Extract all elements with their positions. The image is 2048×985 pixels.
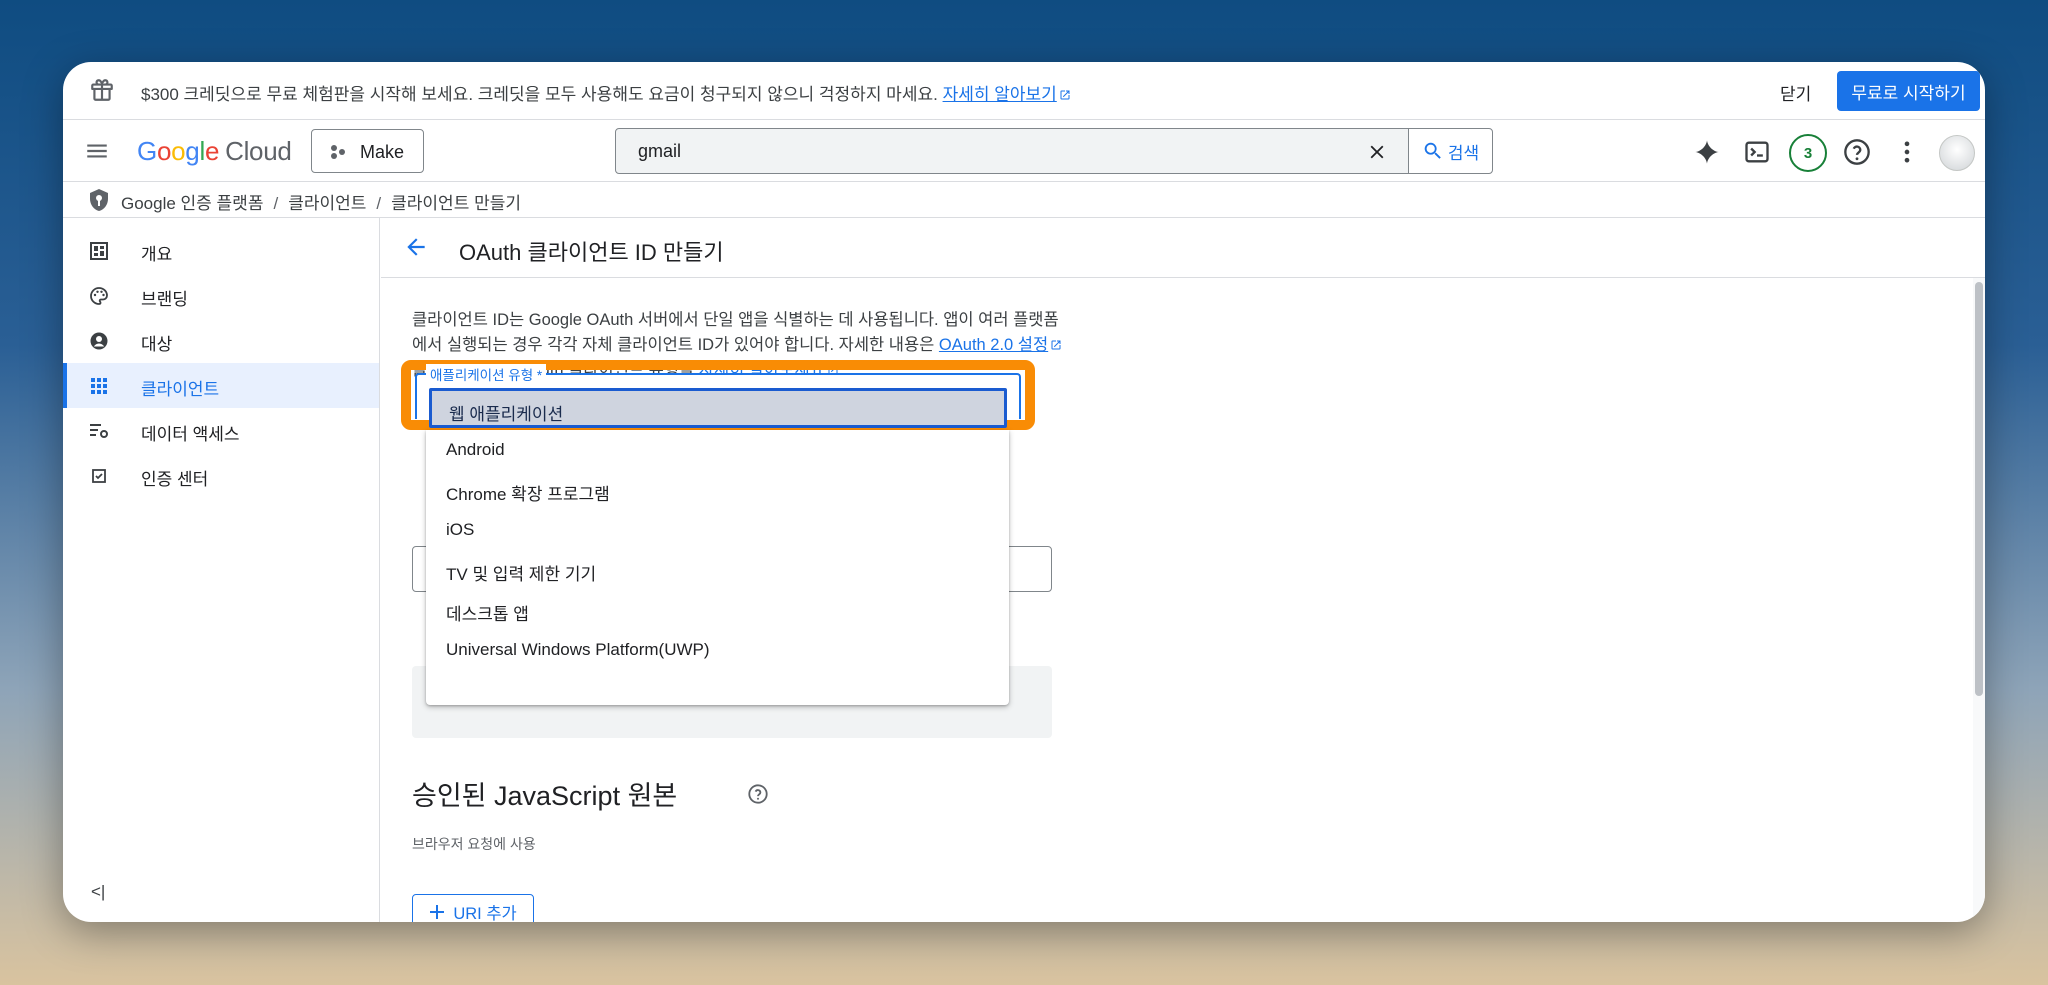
- breadcrumb-item-platform[interactable]: Google 인증 플랫폼: [121, 194, 263, 213]
- promo-message: $300 크레딧으로 무료 체험판을 시작해 보세요. 크레딧을 모두 사용해도…: [141, 85, 938, 104]
- logo-letter: g: [185, 136, 200, 166]
- collapse-sidebar-button[interactable]: <|: [91, 882, 105, 902]
- shield-key-icon: [90, 189, 108, 211]
- sidebar-item-verification-center[interactable]: 인증 센터: [63, 453, 379, 498]
- help-circle-icon[interactable]: [747, 783, 769, 805]
- dropdown-option-android[interactable]: Android: [426, 430, 1009, 470]
- menu-icon[interactable]: [84, 138, 110, 164]
- logo-letter: o: [156, 136, 172, 166]
- section-subtitle: 브라우저 요청에 사용: [412, 836, 536, 852]
- project-name: Make: [360, 142, 405, 162]
- dropdown-option-uwp[interactable]: Universal Windows Platform(UWP): [426, 630, 1009, 670]
- sidebar-item-label: 데이터 액세스: [141, 425, 240, 444]
- oauth-settings-link[interactable]: OAuth 2.0 설정: [939, 336, 1048, 354]
- section-title: 승인된 JavaScript 원본: [412, 781, 678, 811]
- selected-option-label: 웹 애플리케이션: [449, 405, 564, 424]
- breadcrumb-trail: Google 인증 플랫폼 / 클라이언트 / 클라이언트 만들기: [121, 189, 521, 214]
- sidebar-item-branding[interactable]: 브랜딩: [63, 273, 379, 318]
- plus-icon: [430, 904, 445, 919]
- external-link-icon: [1060, 90, 1070, 100]
- account-avatar[interactable]: [1939, 135, 1975, 171]
- option-label: Chrome 확장 프로그램: [446, 485, 610, 504]
- title-bar: OAuth 클라이언트 ID 만들기: [381, 218, 1985, 278]
- gift-icon: [91, 79, 113, 101]
- start-free-button[interactable]: 무료로 시작하기: [1837, 71, 1980, 111]
- breadcrumb-separator: /: [273, 194, 279, 213]
- top-header: GoogleCloud Make 검색 3: [63, 120, 1985, 182]
- logo-cloud-text: Cloud: [225, 136, 292, 166]
- option-label: Android: [446, 440, 505, 459]
- application-type-dropdown: Android Chrome 확장 프로그램 iOS TV 및 입력 제한 기기…: [426, 430, 1009, 705]
- logo-letter: G: [137, 136, 157, 166]
- account-circle-icon: [90, 332, 108, 350]
- more-vert-icon[interactable]: [1893, 138, 1921, 166]
- search-button[interactable]: 검색: [1408, 128, 1493, 174]
- logo-letter: e: [204, 136, 220, 166]
- gemini-sparkle-icon[interactable]: [1693, 138, 1721, 166]
- breadcrumb-item-clients[interactable]: 클라이언트: [288, 194, 366, 213]
- promo-banner: $300 크레딧으로 무료 체험판을 시작해 보세요. 크레딧을 모두 사용해도…: [63, 62, 1985, 120]
- help-icon[interactable]: [1843, 138, 1871, 166]
- notifications-badge[interactable]: 3: [1789, 134, 1827, 172]
- dismiss-button[interactable]: 닫기: [1780, 80, 1811, 105]
- promo-text: $300 크레딧으로 무료 체험판을 시작해 보세요. 크레딧을 모두 사용해도…: [141, 80, 1071, 105]
- external-link-icon: [1051, 340, 1061, 350]
- sidebar-item-label: 인증 센터: [141, 470, 209, 489]
- search-button-label: 검색: [1447, 143, 1480, 163]
- option-label: 데스크톱 앱: [446, 605, 529, 624]
- breadcrumb-item-create: 클라이언트 만들기: [391, 194, 521, 213]
- checkbox-icon: [92, 469, 106, 483]
- learn-more-link[interactable]: 자세히 알아보기: [943, 85, 1057, 104]
- dropdown-option-chrome-extension[interactable]: Chrome 확장 프로그램: [426, 470, 1009, 510]
- dropdown-option-web-application[interactable]: 웹 애플리케이션: [429, 388, 1007, 428]
- page-title: OAuth 클라이언트 ID 만들기: [459, 240, 724, 265]
- option-label: iOS: [446, 520, 475, 539]
- dashboard-icon: [90, 242, 108, 260]
- breadcrumb: Google 인증 플랫폼 / 클라이언트 / 클라이언트 만들기: [63, 182, 1985, 218]
- add-uri-button[interactable]: URI 추가: [412, 894, 534, 922]
- search-input[interactable]: [616, 129, 1406, 173]
- sidebar-item-label: 클라이언트: [141, 380, 220, 399]
- google-cloud-logo[interactable]: Google Cloud: [137, 136, 292, 167]
- sidebar-item-overview[interactable]: 개요: [63, 228, 379, 273]
- option-label: TV 및 입력 제한 기기: [446, 565, 597, 584]
- sidebar: 개요 브랜딩 대상 클라이언트 데이터 액세스 인증 센터 <|: [63, 218, 380, 922]
- dropdown-option-desktop-app[interactable]: 데스크톱 앱: [426, 590, 1009, 630]
- palette-icon: [90, 287, 108, 305]
- sidebar-item-audience[interactable]: 대상: [63, 318, 379, 363]
- apps-grid-icon: [91, 378, 107, 394]
- application-type-label: 애플리케이션 유형 *: [426, 364, 547, 384]
- browser-window: $300 크레딧으로 무료 체험판을 시작해 보세요. 크레딧을 모두 사용해도…: [63, 62, 1985, 922]
- option-label: Universal Windows Platform(UWP): [446, 640, 710, 659]
- sidebar-item-label: 브랜딩: [141, 290, 188, 309]
- project-picker-button[interactable]: Make: [311, 129, 424, 173]
- logo-letter: o: [171, 136, 186, 166]
- clear-icon[interactable]: [1366, 141, 1388, 163]
- project-dots-icon: [331, 145, 345, 159]
- sidebar-item-label: 대상: [141, 335, 173, 354]
- dropdown-option-ios[interactable]: iOS: [426, 510, 1009, 550]
- sidebar-item-data-access[interactable]: 데이터 액세스: [63, 408, 379, 453]
- scrollbar-thumb[interactable]: [1975, 282, 1983, 696]
- add-uri-label: URI 추가: [453, 904, 517, 923]
- search-icon: [1424, 142, 1441, 159]
- sidebar-item-clients[interactable]: 클라이언트: [63, 363, 379, 408]
- data-settings-icon: [90, 424, 108, 438]
- breadcrumb-separator: /: [376, 194, 382, 213]
- search-box: [615, 128, 1429, 174]
- dropdown-option-tv-limited-input[interactable]: TV 및 입력 제한 기기: [426, 550, 1009, 590]
- back-arrow-icon[interactable]: [403, 234, 429, 260]
- sidebar-item-label: 개요: [141, 245, 173, 264]
- cloud-shell-icon[interactable]: [1743, 138, 1771, 166]
